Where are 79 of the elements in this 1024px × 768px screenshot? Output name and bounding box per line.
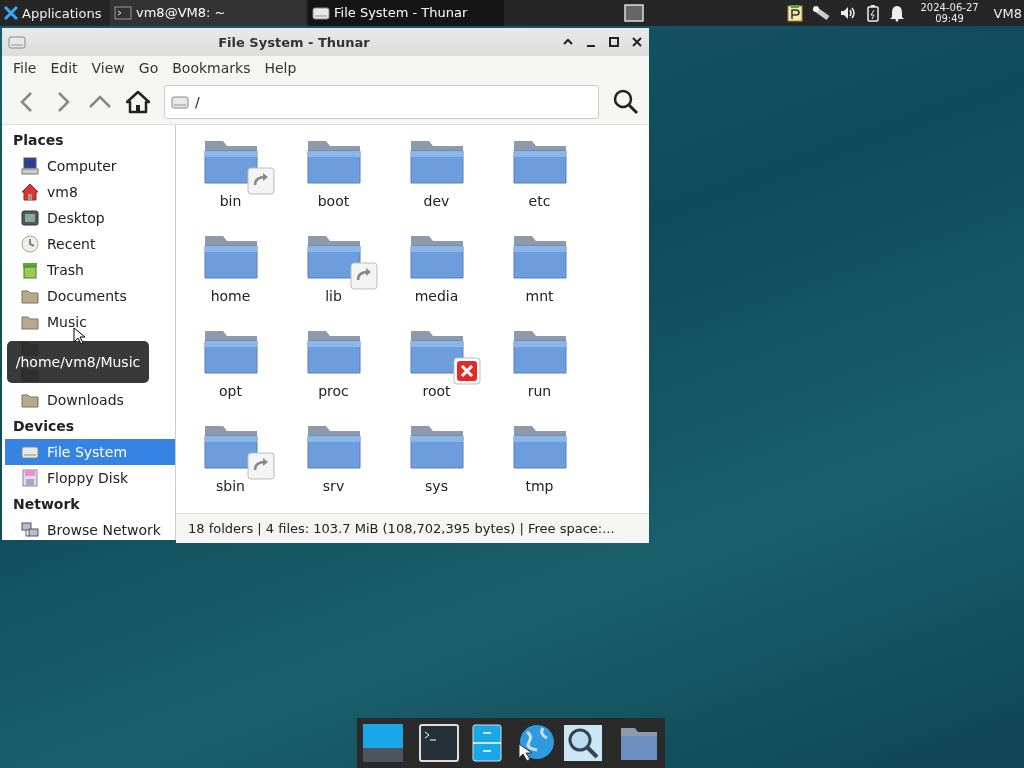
drive-icon: [8, 33, 26, 51]
floppy-icon: [21, 469, 39, 487]
folder-icon: [21, 287, 39, 305]
sidebar-item[interactable]: Desktop: [5, 205, 175, 231]
unreadable-emblem-icon: [452, 357, 481, 385]
applications-menu[interactable]: Applications: [0, 0, 108, 26]
menu-item[interactable]: Help: [257, 60, 304, 76]
folder-name[interactable]: dev: [423, 193, 450, 209]
sidebar-item[interactable]: vm8: [5, 179, 175, 205]
close-icon[interactable]: [631, 36, 643, 48]
desktop-icon: [21, 209, 39, 227]
terminal-icon[interactable]: [419, 724, 459, 762]
sidebar-item[interactable]: Floppy Disk: [5, 465, 175, 491]
menu-item[interactable]: File: [6, 60, 44, 76]
status-bar: 18 folders | 4 files: 103.7 MiB (108,702,395 bytes) | Free space:...: [176, 513, 649, 543]
clock-date: 2024-06-27: [920, 2, 979, 13]
folder-name[interactable]: sys: [425, 478, 448, 494]
sidebar-item[interactable]: Recent: [5, 231, 175, 257]
home-icon[interactable]: [126, 90, 150, 114]
folder-name[interactable]: run: [527, 383, 552, 399]
menu-item[interactable]: Bookmarks: [165, 60, 258, 76]
sidebar-item[interactable]: Trash: [5, 257, 175, 283]
folder-name[interactable]: lib: [325, 288, 342, 304]
network-icon: [21, 521, 39, 539]
folder-icon: [21, 313, 39, 331]
search-icon[interactable]: [613, 89, 639, 115]
sidebar-heading: Places: [12, 131, 65, 150]
menu-item[interactable]: Edit: [43, 60, 85, 76]
taskbar-window-button[interactable]: File System - Thunar: [308, 0, 504, 26]
sidebar-item[interactable]: Music: [5, 309, 175, 335]
trash-icon: [21, 261, 39, 279]
menu-item[interactable]: Go: [131, 60, 166, 76]
menu-item[interactable]: View: [84, 60, 132, 76]
folder-name[interactable]: tmp: [525, 478, 554, 494]
folder-name[interactable]: home: [210, 288, 251, 304]
folder-name[interactable]: media: [414, 288, 459, 304]
tooltip: /home/vm8/Music: [7, 341, 149, 383]
xfce-logo-icon: [4, 6, 18, 20]
folder-name[interactable]: root: [422, 383, 451, 399]
drive-icon: [171, 93, 189, 111]
symlink-emblem-icon: [246, 452, 275, 480]
magnifier-icon[interactable]: [563, 724, 603, 762]
symlink-emblem-icon: [349, 262, 378, 290]
sidebar-heading: Devices: [12, 417, 76, 436]
show-desktop-icon[interactable]: [624, 4, 644, 22]
symlink-emblem-icon: [246, 167, 275, 195]
location-field[interactable]: /: [164, 85, 599, 119]
window-title: File System - Thunar: [217, 34, 371, 50]
folder-name[interactable]: opt: [219, 383, 242, 399]
clock-icon: [21, 235, 39, 253]
taskbar-window-button[interactable]: vm8@VM8: ~: [110, 0, 306, 26]
clock-time: 09:49: [935, 13, 964, 24]
battery-icon[interactable]: [866, 4, 881, 22]
folder-name[interactable]: sbin: [216, 478, 245, 494]
folder-name[interactable]: srv: [322, 478, 345, 494]
drive-icon: [312, 4, 330, 22]
sidebar-item[interactable]: Computer: [5, 153, 175, 179]
folder-icon: [21, 391, 39, 409]
folder-name[interactable]: boot: [317, 193, 350, 209]
folder-name[interactable]: etc: [528, 193, 551, 209]
folder-name[interactable]: mnt: [525, 288, 554, 304]
mouse-pointer-icon: [73, 327, 85, 345]
sidebar-item[interactable]: Downloads: [5, 387, 175, 413]
sidebar-item[interactable]: Documents: [5, 283, 175, 309]
clipboard-icon[interactable]: [787, 4, 804, 22]
drive-icon: [21, 443, 39, 461]
sidebar-item[interactable]: Browse Network: [5, 517, 175, 540]
computer-icon: [21, 157, 39, 175]
show-desktop-icon[interactable]: [363, 724, 403, 762]
sidebar-heading: Network: [12, 495, 81, 514]
folder-name[interactable]: proc: [318, 383, 349, 399]
sidebar-item[interactable]: File System: [5, 439, 175, 465]
bell-icon[interactable]: [889, 4, 906, 22]
user-name: VM8: [993, 5, 1022, 21]
network-cable-icon[interactable]: [812, 4, 831, 22]
folder-name[interactable]: bin: [219, 193, 242, 209]
terminal-icon: [114, 4, 132, 22]
maximize-icon[interactable]: [608, 36, 620, 48]
house-icon: [21, 183, 39, 201]
